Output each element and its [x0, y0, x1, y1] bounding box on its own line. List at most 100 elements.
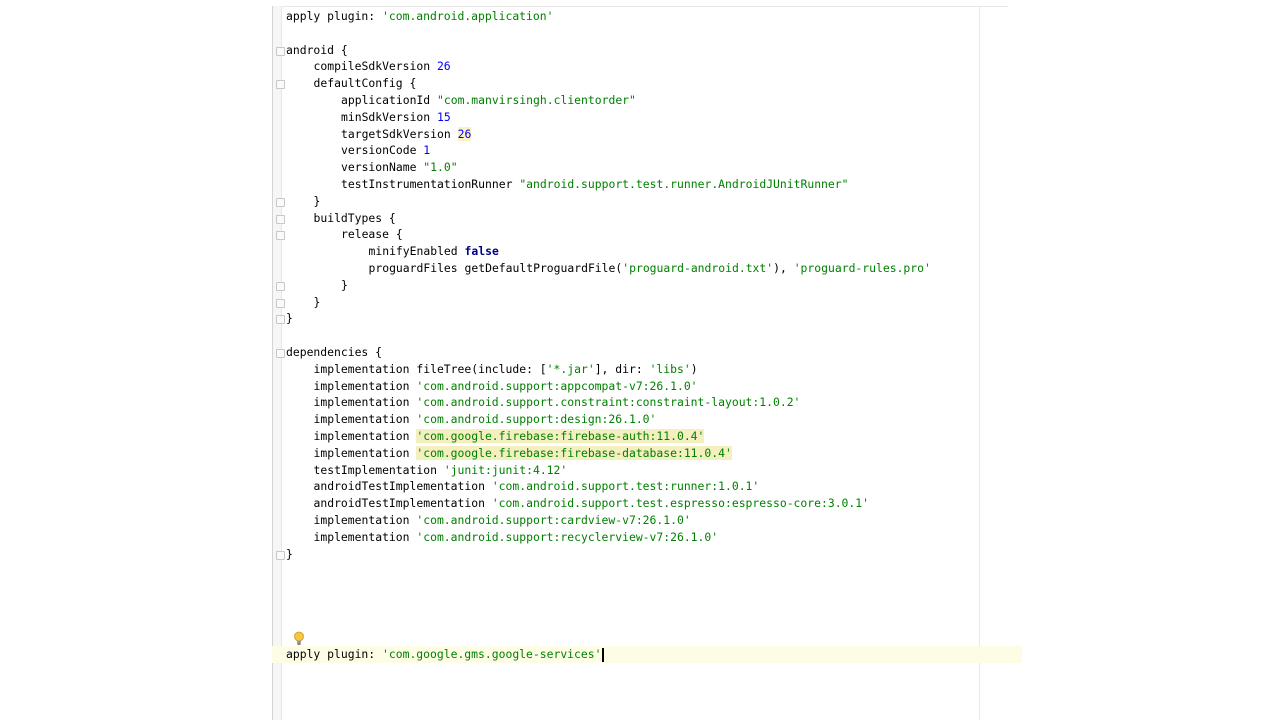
code-line[interactable]: }: [286, 546, 293, 563]
code-line[interactable]: }: [286, 193, 321, 210]
code-line[interactable]: proguardFiles getDefaultProguardFile('pr…: [286, 260, 931, 277]
code-line[interactable]: versionCode 1: [286, 142, 430, 159]
code-line[interactable]: androidTestImplementation 'com.android.s…: [286, 495, 870, 512]
code-line[interactable]: implementation 'com.android.support:recy…: [286, 529, 719, 546]
code-line[interactable]: testImplementation 'junit:junit:4.12': [286, 462, 568, 479]
code-token: 1: [423, 143, 431, 158]
code-line[interactable]: release {: [286, 226, 403, 243]
code-line[interactable]: versionName "1.0": [286, 159, 458, 176]
code-line[interactable]: }: [286, 294, 321, 311]
code-token: apply plugin:: [286, 9, 383, 23]
code-line[interactable]: targetSdkVersion 26: [286, 126, 472, 143]
fold-marker[interactable]: [276, 214, 285, 224]
code-token: 'com.android.support:cardview-v7:26.1.0': [416, 513, 691, 527]
fold-marker[interactable]: [276, 349, 285, 358]
code-line[interactable]: implementation 'com.google.firebase:fire…: [286, 445, 732, 462]
fold-marker[interactable]: [276, 315, 285, 325]
code-token: 'proguard-rules.pro': [793, 261, 931, 275]
fold-marker[interactable]: [276, 197, 285, 207]
code-line[interactable]: minSdkVersion 15: [286, 109, 451, 126]
code-line[interactable]: testInstrumentationRunner "android.suppo…: [286, 176, 848, 193]
code-token: buildTypes {: [313, 210, 396, 225]
code-line[interactable]: }: [286, 277, 348, 294]
fold-marker[interactable]: [276, 80, 285, 90]
code-line[interactable]: androidTestImplementation 'com.android.s…: [286, 478, 760, 495]
code-token: 26: [457, 126, 472, 141]
code-token: "android.support.test.runner.AndroidJUni…: [519, 177, 849, 191]
code-line[interactable]: implementation 'com.android.support:card…: [286, 512, 691, 529]
code-token: targetSdkVersion: [341, 126, 458, 141]
code-token: android {: [286, 42, 348, 57]
fold-marker[interactable]: [276, 281, 285, 291]
code-line[interactable]: apply plugin: 'com.google.gms.google-ser…: [272, 646, 1022, 664]
code-token: androidTestImplementation: [313, 479, 492, 494]
code-token: implementation: [313, 378, 417, 393]
code-line[interactable]: buildTypes {: [286, 210, 396, 227]
code-token: }: [341, 277, 348, 292]
code-line[interactable]: apply plugin: 'com.android.application': [286, 8, 553, 25]
code-token: testImplementation: [313, 462, 444, 477]
code-line[interactable]: implementation 'com.android.support:appc…: [286, 378, 698, 395]
code-token: 'com.android.support:recyclerview-v7:26.…: [416, 529, 719, 544]
editor-gutter[interactable]: [273, 6, 282, 720]
right-margin-guide: [979, 6, 980, 720]
code-token: 'com.google.firebase:firebase-auth:11.0.…: [416, 429, 705, 443]
code-token: 'com.android.application': [382, 9, 554, 23]
code-token: }: [313, 193, 321, 208]
code-token: }: [286, 546, 293, 561]
fold-marker[interactable]: [276, 231, 285, 241]
code-token: '*.jar': [546, 361, 595, 376]
editor-top-edge: [272, 6, 1008, 7]
code-token: "com.manvirsingh.clientorder": [437, 93, 636, 107]
code-token: implementation: [313, 529, 417, 544]
code-token: implementation: [313, 412, 417, 427]
code-token: 'com.google.gms.google-services': [382, 647, 602, 662]
code-token: 15: [437, 109, 451, 124]
code-token: applicationId: [341, 93, 438, 107]
code-line[interactable]: minifyEnabled false: [286, 243, 499, 260]
code-token: minifyEnabled: [368, 244, 465, 259]
code-token: implementation: [313, 445, 417, 460]
code-token: 'libs': [649, 361, 691, 376]
code-line[interactable]: defaultConfig {: [286, 75, 417, 92]
code-line[interactable]: }: [286, 310, 293, 327]
code-token: implementation: [313, 513, 417, 527]
code-token: 'junit:junit:4.12': [443, 462, 568, 477]
code-token: 'proguard-android.txt': [622, 261, 774, 275]
fold-marker[interactable]: [276, 550, 285, 560]
code-token: 'com.android.support.test.espresso:espre…: [491, 496, 869, 511]
code-line[interactable]: implementation fileTree(include: ['*.jar…: [286, 361, 698, 378]
fold-marker[interactable]: [276, 298, 285, 308]
code-token: }: [286, 311, 293, 326]
code-token: versionCode: [341, 143, 424, 158]
code-token: implementation: [313, 429, 417, 443]
code-line[interactable]: implementation 'com.google.firebase:fire…: [286, 428, 705, 445]
code-token: compileSdkVersion: [313, 59, 437, 74]
code-token: 'com.android.support:appcompat-v7:26.1.0…: [416, 378, 698, 393]
code-token: testInstrumentationRunner: [341, 177, 520, 191]
lightbulb-icon[interactable]: [293, 631, 305, 646]
code-token: 26: [436, 59, 451, 74]
code-token: implementation fileTree(include: [: [313, 361, 547, 376]
code-token: 'com.google.firebase:firebase-database:1…: [416, 445, 732, 460]
code-token: release {: [341, 227, 403, 242]
code-token: 'com.android.support.constraint:constrai…: [416, 395, 801, 410]
code-line[interactable]: implementation 'com.android.support:desi…: [286, 411, 657, 428]
code-token: }: [313, 294, 321, 309]
code-token: ): [690, 361, 698, 376]
fold-marker[interactable]: [276, 46, 285, 56]
code-token: dependencies {: [286, 345, 383, 359]
code-line[interactable]: android {: [286, 42, 348, 59]
code-line[interactable]: compileSdkVersion 26: [286, 58, 451, 75]
code-token: proguardFiles getDefaultProguardFile(: [368, 261, 623, 275]
code-token: implementation: [313, 395, 417, 410]
code-line[interactable]: implementation 'com.android.support.cons…: [286, 394, 801, 411]
code-token: versionName: [341, 160, 424, 175]
code-line[interactable]: applicationId "com.manvirsingh.clientord…: [286, 92, 636, 109]
code-token: false: [464, 244, 499, 259]
code-token: 'com.android.support:design:26.1.0': [416, 412, 657, 427]
code-token: 'com.android.support.test:runner:1.0.1': [491, 479, 760, 494]
code-line[interactable]: dependencies {: [286, 344, 382, 361]
code-token: androidTestImplementation: [313, 496, 492, 511]
code-token: ),: [773, 261, 794, 275]
